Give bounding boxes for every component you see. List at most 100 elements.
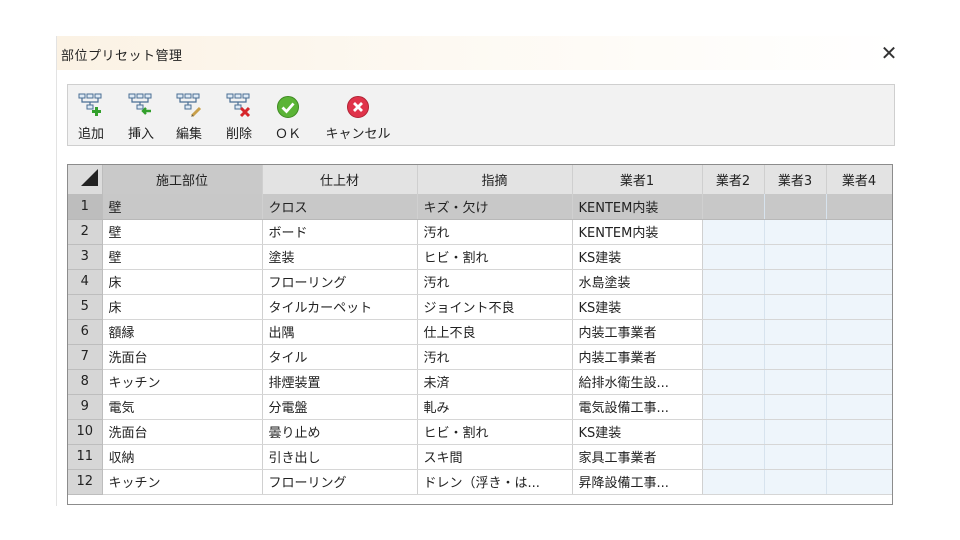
table-cell[interactable]: キッチン xyxy=(102,369,263,395)
table-cell[interactable] xyxy=(826,219,892,245)
table-row[interactable]: 7 洗面台 タイル 汚れ 内装工事業者 xyxy=(68,344,892,370)
table-cell[interactable]: 洗面台 xyxy=(102,344,263,370)
ok-button[interactable]: ＯＫ xyxy=(270,91,306,142)
table-cell[interactable] xyxy=(826,394,892,420)
table-cell[interactable]: 内装工事業者 xyxy=(572,319,703,345)
table-cell[interactable]: KENTEM内装 xyxy=(572,194,703,220)
delete-button[interactable]: 削除 xyxy=(222,91,256,142)
table-cell[interactable] xyxy=(764,394,827,420)
table-cell[interactable]: 塗装 xyxy=(262,244,418,270)
table-cell[interactable] xyxy=(702,219,765,245)
table-cell[interactable]: KS建装 xyxy=(572,244,703,270)
table-cell[interactable] xyxy=(764,444,827,470)
table-cell[interactable] xyxy=(702,269,765,295)
table-cell[interactable]: ドレン（浮き・は... xyxy=(417,469,573,495)
table-cell[interactable] xyxy=(826,469,892,495)
table-cell[interactable]: ヒビ・割れ xyxy=(417,419,573,445)
table-cell[interactable]: 額縁 xyxy=(102,319,263,345)
table-cell[interactable]: 電気 xyxy=(102,394,263,420)
table-cell[interactable]: 曇り止め xyxy=(262,419,418,445)
row-number[interactable]: 10 xyxy=(68,419,103,445)
table-cell[interactable] xyxy=(702,394,765,420)
table-cell[interactable] xyxy=(702,444,765,470)
table-cell[interactable]: タイル xyxy=(262,344,418,370)
table-cell[interactable]: 昇降設備工事... xyxy=(572,469,703,495)
table-cell[interactable] xyxy=(764,319,827,345)
table-row[interactable]: 11 収納 引き出し スキ間 家具工事業者 xyxy=(68,444,892,470)
table-cell[interactable] xyxy=(826,269,892,295)
table-cell[interactable] xyxy=(764,219,827,245)
row-number[interactable]: 7 xyxy=(68,344,103,370)
table-cell[interactable]: 汚れ xyxy=(417,344,573,370)
table-cell[interactable] xyxy=(826,319,892,345)
row-number[interactable]: 3 xyxy=(68,244,103,270)
row-number[interactable]: 4 xyxy=(68,269,103,295)
table-cell[interactable]: 内装工事業者 xyxy=(572,344,703,370)
table-cell[interactable] xyxy=(764,194,827,220)
table-cell[interactable]: 水島塗装 xyxy=(572,269,703,295)
close-button[interactable]: ✕ xyxy=(877,40,901,66)
table-cell[interactable]: フローリング xyxy=(262,469,418,495)
table-cell[interactable]: ボード xyxy=(262,219,418,245)
column-header-area[interactable]: 施工部位 xyxy=(102,165,263,194)
row-number[interactable]: 11 xyxy=(68,444,103,470)
table-cell[interactable]: 床 xyxy=(102,294,263,320)
table-cell[interactable] xyxy=(826,294,892,320)
table-cell[interactable]: 汚れ xyxy=(417,269,573,295)
table-cell[interactable] xyxy=(764,419,827,445)
table-cell[interactable]: クロス xyxy=(262,194,418,220)
table-row[interactable]: 12 キッチン フローリング ドレン（浮き・は... 昇降設備工事... xyxy=(68,469,892,495)
column-header-issue[interactable]: 指摘 xyxy=(417,165,573,194)
table-cell[interactable]: 引き出し xyxy=(262,444,418,470)
row-number[interactable]: 9 xyxy=(68,394,103,420)
table-cell[interactable]: スキ間 xyxy=(417,444,573,470)
table-cell[interactable]: ジョイント不良 xyxy=(417,294,573,320)
table-cell[interactable] xyxy=(702,244,765,270)
row-number[interactable]: 12 xyxy=(68,469,103,495)
row-number[interactable]: 5 xyxy=(68,294,103,320)
table-cell[interactable]: KS建装 xyxy=(572,419,703,445)
table-cell[interactable]: 仕上不良 xyxy=(417,319,573,345)
table-cell[interactable] xyxy=(826,369,892,395)
table-cell[interactable]: KS建装 xyxy=(572,294,703,320)
table-cell[interactable]: フローリング xyxy=(262,269,418,295)
table-cell[interactable] xyxy=(702,194,765,220)
select-all-corner[interactable] xyxy=(68,165,103,194)
table-cell[interactable]: 電気設備工事... xyxy=(572,394,703,420)
table-cell[interactable]: 軋み xyxy=(417,394,573,420)
table-cell[interactable]: 壁 xyxy=(102,244,263,270)
table-cell[interactable] xyxy=(702,369,765,395)
column-header-contractor1[interactable]: 業者1 xyxy=(572,165,703,194)
table-cell[interactable]: 洗面台 xyxy=(102,419,263,445)
edit-button[interactable]: 編集 xyxy=(172,91,206,142)
table-cell[interactable]: 未済 xyxy=(417,369,573,395)
table-cell[interactable]: 排煙装置 xyxy=(262,369,418,395)
table-cell[interactable] xyxy=(764,244,827,270)
table-cell[interactable]: 収納 xyxy=(102,444,263,470)
row-number[interactable]: 6 xyxy=(68,319,103,345)
table-cell[interactable] xyxy=(764,469,827,495)
table-row[interactable]: 8 キッチン 排煙装置 未済 給排水衛生設... xyxy=(68,369,892,395)
table-cell[interactable]: 壁 xyxy=(102,194,263,220)
table-row[interactable]: 3 壁塗装 ヒビ・割れ KS建装 xyxy=(68,244,892,270)
table-cell[interactable]: 汚れ xyxy=(417,219,573,245)
table-cell[interactable]: 分電盤 xyxy=(262,394,418,420)
column-header-contractor3[interactable]: 業者3 xyxy=(764,165,827,194)
table-cell[interactable]: 給排水衛生設... xyxy=(572,369,703,395)
insert-button[interactable]: 挿入 xyxy=(124,91,158,142)
table-cell[interactable] xyxy=(702,469,765,495)
table-row[interactable]: 1 壁クロス キズ・欠け KENTEM内装 xyxy=(68,194,892,220)
table-cell[interactable] xyxy=(764,294,827,320)
table-cell[interactable] xyxy=(702,344,765,370)
table-row[interactable]: 6 額縁 出隅 仕上不良 内装工事業者 xyxy=(68,319,892,345)
column-header-contractor2[interactable]: 業者2 xyxy=(702,165,765,194)
add-button[interactable]: 追加 xyxy=(74,91,108,142)
table-cell[interactable]: 壁 xyxy=(102,219,263,245)
table-cell[interactable]: キズ・欠け xyxy=(417,194,573,220)
table-cell[interactable] xyxy=(826,419,892,445)
row-number[interactable]: 1 xyxy=(68,194,103,220)
table-cell[interactable]: 出隅 xyxy=(262,319,418,345)
table-cell[interactable] xyxy=(764,344,827,370)
table-row[interactable]: 5 床タイルカーペット ジョイント不良 KS建装 xyxy=(68,294,892,320)
table-row[interactable]: 10 洗面台 曇り止め ヒビ・割れ KS建装 xyxy=(68,419,892,445)
